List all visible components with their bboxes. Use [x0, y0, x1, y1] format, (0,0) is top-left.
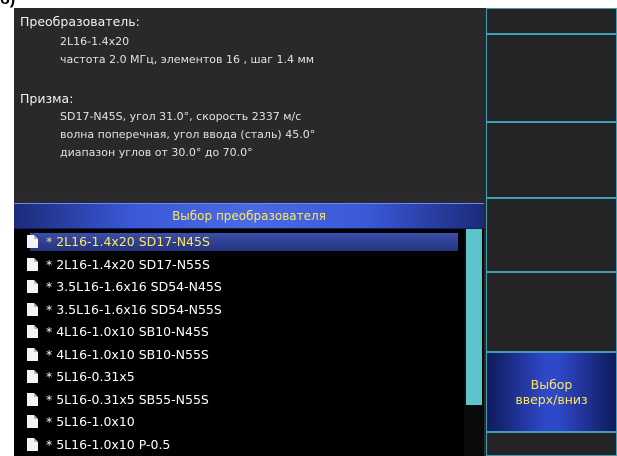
side-button-4[interactable]: [486, 198, 617, 272]
document-icon: [27, 235, 38, 248]
transducer-list[interactable]: * 2L16-1.4x20 SD17-N45S * 2L16-1.4x20 SD1…: [14, 229, 484, 456]
document-icon: [27, 325, 38, 338]
list-item[interactable]: * 2L16-1.4x20 SD17-N45S: [14, 232, 464, 251]
document-icon: [27, 370, 38, 383]
prism-line-1: SD17-N45S, угол 31.0°, скорость 2337 м/с: [60, 110, 302, 123]
list-item-label: * 5L16-0.31x5: [46, 369, 135, 384]
list-item-label: * 5L16-1.0x10 P-0.5: [46, 436, 171, 452]
list-item[interactable]: * 5L16-1.0x10: [14, 412, 464, 431]
list-item-label: * 4L16-1.0x10 SB10-N45S: [46, 324, 209, 339]
select-up-down-button[interactable]: Выбор вверх/вниз: [486, 352, 617, 432]
transducer-info-panel: Преобразователь: 2L16-1.4x20 частота 2.0…: [14, 8, 484, 196]
prism-line-3: диапазон углов от 30.0° до 70.0°: [60, 146, 253, 159]
list-item-label: * 5L16-1.0x10: [46, 414, 135, 429]
list-scrollbar[interactable]: [464, 229, 484, 456]
prism-line-2: волна поперечная, угол ввода (сталь) 45.…: [60, 128, 316, 141]
list-item[interactable]: * 2L16-1.4x20 SD17-N55S: [14, 255, 464, 274]
document-icon: [27, 347, 38, 361]
list-item[interactable]: * 4L16-1.0x10 SB10-N45S: [14, 322, 464, 341]
document-icon: [27, 302, 38, 316]
side-button-2[interactable]: [486, 34, 617, 122]
document-icon: [27, 392, 38, 406]
side-button-7[interactable]: [486, 432, 617, 456]
list-item[interactable]: * 5L16-1.0x10 P-0.5: [14, 435, 464, 454]
prism-heading: Призма:: [20, 91, 74, 106]
list-item[interactable]: * 3.5L16-1.6x16 SD54-N55S: [14, 300, 464, 319]
transducer-list-title: Выбор преобразователя: [14, 203, 484, 229]
transducer-model: 2L16-1.4x20: [60, 35, 130, 48]
device-screen: Преобразователь: 2L16-1.4x20 частота 2.0…: [14, 8, 617, 456]
transducer-heading: Преобразователь:: [20, 14, 140, 29]
list-item-label: * 2L16-1.4x20 SD17-N55S: [46, 256, 210, 272]
document-icon: [27, 280, 38, 293]
transducer-params: частота 2.0 МГц, элементов 16 , шаг 1.4 …: [60, 53, 315, 66]
side-button-1[interactable]: [486, 8, 617, 34]
list-item-label: * 2L16-1.4x20 SD17-N45S: [46, 234, 210, 249]
document-icon: [27, 415, 38, 428]
list-item-label: * 3.5L16-1.6x16 SD54-N55S: [46, 301, 222, 317]
list-item-label: * 3.5L16-1.6x16 SD54-N45S: [46, 279, 222, 294]
list-item[interactable]: * 3.5L16-1.6x16 SD54-N45S: [14, 277, 464, 296]
list-item-label: * 4L16-1.0x10 SB10-N55S: [46, 346, 209, 362]
list-item[interactable]: * 5L16-0.31x5 SB55-N55S: [14, 390, 464, 409]
list-item[interactable]: * 5L16-0.31x5: [14, 367, 464, 386]
side-button-5[interactable]: [486, 272, 617, 352]
select-button-line-2: вверх/вниз: [515, 392, 588, 407]
select-button-line-1: Выбор: [530, 377, 573, 392]
list-item[interactable]: * 4L16-1.0x10 SB10-N55S: [14, 345, 464, 364]
list-item-label: * 5L16-0.31x5 SB55-N55S: [46, 391, 209, 407]
scrollbar-thumb[interactable]: [466, 229, 482, 405]
document-icon: [27, 437, 38, 451]
side-button-3[interactable]: [486, 122, 617, 198]
document-icon: [27, 257, 38, 271]
